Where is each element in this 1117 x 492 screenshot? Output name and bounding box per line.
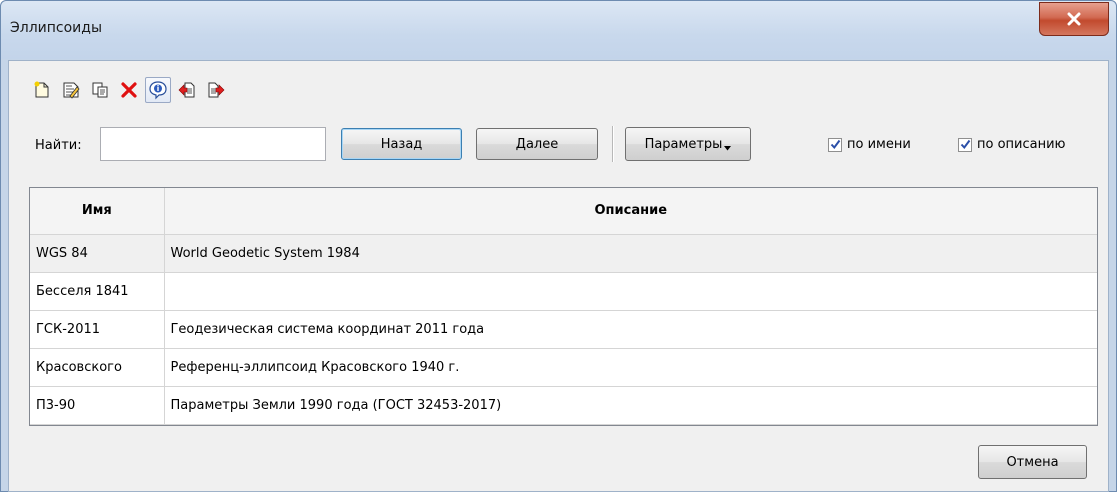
cell-name: П3-90 bbox=[30, 386, 165, 425]
cell-name: ГСК-2011 bbox=[30, 310, 165, 349]
copy-button[interactable] bbox=[87, 77, 113, 103]
new-icon bbox=[34, 81, 49, 98]
cell-description: Геодезическая система координат 2011 год… bbox=[164, 310, 1097, 349]
cell-name: WGS 84 bbox=[30, 234, 165, 273]
ellipsoids-table: Имя Описание WGS 84 World Geodetic Syste… bbox=[29, 187, 1098, 426]
cell-name: Красовского bbox=[30, 348, 165, 387]
table-row[interactable]: П3-90 Параметры Земли 1990 года (ГОСТ 32… bbox=[30, 386, 1097, 425]
new-button[interactable] bbox=[29, 77, 55, 103]
info-icon bbox=[149, 81, 167, 100]
import-icon bbox=[178, 82, 195, 98]
find-label: Найти: bbox=[35, 138, 82, 153]
table-row[interactable]: Бесселя 1841 bbox=[30, 272, 1097, 311]
dropdown-arrow-icon bbox=[724, 145, 732, 150]
cell-description: Референц-эллипсоид Красовского 1940 г. bbox=[164, 348, 1097, 387]
toolbar bbox=[29, 77, 229, 103]
table-row[interactable]: WGS 84 World Geodetic System 1984 bbox=[30, 234, 1097, 273]
by-description-checkbox[interactable]: по описанию bbox=[958, 137, 1066, 152]
export-button[interactable] bbox=[203, 77, 229, 103]
check-icon bbox=[830, 139, 840, 150]
cell-description: Параметры Земли 1990 года (ГОСТ 32453-20… bbox=[164, 386, 1097, 425]
by-description-check-box[interactable] bbox=[958, 137, 972, 152]
import-button[interactable] bbox=[174, 77, 200, 103]
by-name-checkbox[interactable]: по имени bbox=[828, 137, 911, 152]
edit-button[interactable] bbox=[58, 77, 84, 103]
copy-icon bbox=[92, 82, 108, 98]
edit-icon bbox=[63, 82, 80, 99]
search-input[interactable] bbox=[100, 127, 326, 161]
parameters-button[interactable]: Параметры bbox=[625, 127, 751, 161]
delete-icon bbox=[121, 82, 137, 98]
column-header-name[interactable]: Имя bbox=[30, 188, 165, 235]
back-button[interactable]: Назад bbox=[341, 128, 462, 160]
close-x-icon bbox=[1067, 12, 1081, 26]
delete-button[interactable] bbox=[116, 77, 142, 103]
window-title: Эллипсоиды bbox=[10, 20, 103, 36]
export-icon bbox=[208, 82, 225, 98]
toolbar-separator bbox=[612, 126, 613, 162]
cancel-button[interactable]: Отмена bbox=[978, 445, 1087, 479]
cell-description bbox=[164, 272, 1097, 311]
by-description-label: по описанию bbox=[977, 137, 1066, 152]
by-name-check-box[interactable] bbox=[828, 137, 842, 152]
parameters-label: Параметры bbox=[644, 136, 723, 152]
info-button[interactable] bbox=[145, 77, 171, 103]
cell-name: Бесселя 1841 bbox=[30, 272, 165, 311]
by-name-label: по имени bbox=[847, 137, 911, 152]
close-button[interactable] bbox=[1039, 2, 1109, 36]
title-bar[interactable]: Эллипсоиды bbox=[1, 1, 1116, 59]
check-icon bbox=[960, 139, 970, 150]
table-row[interactable]: Красовского Референц-эллипсоид Красовско… bbox=[30, 348, 1097, 387]
column-header-description[interactable]: Описание bbox=[164, 188, 1097, 235]
cell-description: World Geodetic System 1984 bbox=[164, 234, 1097, 273]
next-button[interactable]: Далее bbox=[476, 128, 598, 160]
table-row[interactable]: ГСК-2011 Геодезическая система координат… bbox=[30, 310, 1097, 349]
